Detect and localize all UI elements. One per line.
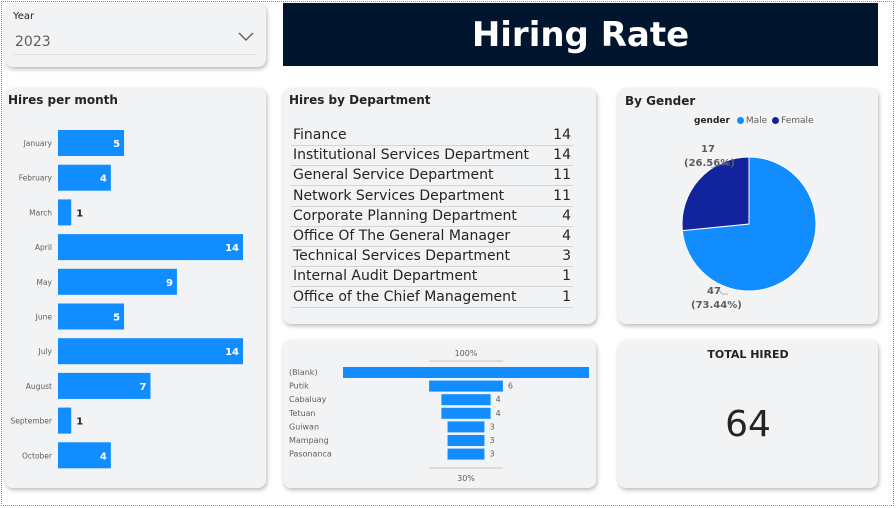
table-row[interactable]: Office Of The General Manager 4 <box>291 227 573 247</box>
table-row[interactable]: Finance 14 <box>291 126 573 146</box>
department-name: Corporate Planning Department <box>293 207 517 224</box>
month-bar[interactable] <box>58 268 177 295</box>
department-hires: 1 <box>562 288 571 305</box>
funnel-top-percent: 100% <box>455 349 478 358</box>
male-percent-label: (73.44%) <box>691 300 742 311</box>
total-hired-label: TOTAL HIRED <box>707 348 789 361</box>
funnel-category-label: Mampang <box>289 436 329 445</box>
department-hires: 3 <box>562 248 571 265</box>
funnel-value-label: 6 <box>508 382 513 391</box>
page-title: Hiring Rate <box>471 15 690 55</box>
total-hired-value: 64 <box>725 404 771 445</box>
department-name: Technical Services Department <box>293 248 510 265</box>
month-bar[interactable] <box>58 234 243 261</box>
funnel-category-label: Cabaluay <box>289 395 327 404</box>
month-value-label: 4 <box>100 174 107 185</box>
funnel-category-label: (Blank) <box>289 368 318 377</box>
year-slicer-label: Year <box>13 11 35 22</box>
department-hires: 4 <box>562 228 571 244</box>
male-value-label: 47 <box>707 286 721 297</box>
barangay-funnel-chart: 100% (Blank) Putik 6 Cabaluay 4 Tetuan 4 Guiwan 3… <box>288 349 589 483</box>
month-value-label: 4 <box>100 451 107 462</box>
month-label: March <box>29 208 52 217</box>
department-hires: 1 <box>562 268 571 285</box>
table-row[interactable]: Internal Audit Department 1 <box>291 267 573 288</box>
funnel-bar[interactable] <box>343 367 589 378</box>
female-percent-label: (26.56%) <box>684 158 735 169</box>
funnel-bottom-percent: 30% <box>457 474 475 483</box>
department-name: Office Of The General Manager <box>293 228 511 244</box>
month-label: April <box>35 243 52 252</box>
month-label: June <box>35 313 53 322</box>
month-value-label: 7 <box>140 382 147 393</box>
month-value-label: 1 <box>76 417 83 428</box>
month-label: September <box>11 417 53 426</box>
month-label: October <box>22 451 53 460</box>
month-bar[interactable] <box>58 338 243 365</box>
year-slicer-underline <box>13 54 256 55</box>
hires-by-department-title: Hires by Department <box>289 93 431 107</box>
department-name: Internal Audit Department <box>293 268 478 285</box>
hires-by-department-card: Hires by Department Finance 14 Institution… <box>283 88 596 324</box>
month-value-label: 5 <box>113 313 120 324</box>
table-row[interactable]: Technical Services Department 3 <box>291 247 573 268</box>
month-value-label: 5 <box>113 139 120 150</box>
month-value-label: 1 <box>76 208 83 219</box>
table-row[interactable]: Corporate Planning Department 4 <box>291 207 573 227</box>
department-name: Network Services Department <box>293 187 505 204</box>
month-label: May <box>36 278 52 287</box>
month-value-label: 14 <box>225 347 239 358</box>
funnel-bar[interactable] <box>447 421 485 433</box>
chevron-down-icon[interactable] <box>238 32 254 42</box>
funnel-bar[interactable] <box>447 448 485 460</box>
month-value-label: 9 <box>166 278 173 289</box>
table-row[interactable]: Institutional Services Department 14 <box>291 146 573 167</box>
funnel-category-label: Guiwan <box>289 422 319 431</box>
year-slicer-value[interactable]: 2023 <box>15 34 51 50</box>
title-banner: Hiring Rate <box>283 3 878 66</box>
department-hires: 14 <box>553 127 571 143</box>
department-hires: 11 <box>553 187 571 204</box>
funnel-bar[interactable] <box>441 407 491 419</box>
female-value-label: 17 <box>701 144 715 155</box>
hires-per-month-card: Hires per month January 5 February 4 March 1 A… <box>5 88 266 488</box>
department-name: Institutional Services Department <box>293 147 529 164</box>
table-row[interactable]: Network Services Department 11 <box>291 187 573 207</box>
year-slicer[interactable]: Year 2023 <box>5 3 266 67</box>
total-hired-card: TOTAL HIRED 64 <box>618 340 878 488</box>
funnel-card: 100% (Blank) Putik 6 Cabaluay 4 Tetuan 4 Guiwan 3… <box>283 340 596 488</box>
funnel-value-label: 3 <box>489 436 494 445</box>
funnel-bar[interactable] <box>429 380 503 392</box>
month-bar[interactable] <box>58 372 151 399</box>
table-row[interactable]: Office of the Chief Management 1 <box>291 288 573 308</box>
month-label: July <box>38 347 53 356</box>
funnel-category-label: Tetuan <box>288 409 316 418</box>
funnel-value-label: 4 <box>496 395 501 404</box>
month-bar[interactable] <box>58 407 72 434</box>
department-name: Office of the Chief Management <box>293 288 517 305</box>
department-hires: 4 <box>562 207 571 224</box>
funnel-category-label: Pasonanca <box>289 450 332 459</box>
department-hires: 11 <box>553 167 571 184</box>
funnel-value-label: 3 <box>489 422 494 431</box>
table-row[interactable]: General Service Department 11 <box>291 166 573 187</box>
hires-per-month-chart: January 5February 4March 1April 14May 9June 5J… <box>11 130 243 469</box>
funnel-bar[interactable] <box>447 435 485 446</box>
month-label: August <box>26 382 52 391</box>
department-hires: 14 <box>553 147 571 164</box>
gender-pie-chart: 17 (26.56%) 47 (73.44%) <box>681 144 817 311</box>
department-name: Finance <box>293 127 347 143</box>
month-label: February <box>19 174 53 183</box>
by-gender-card: By Gender gender Male Female 17 (26.56%) 4… <box>618 88 878 324</box>
funnel-bar[interactable] <box>441 394 491 406</box>
funnel-value-label: 4 <box>496 409 501 418</box>
funnel-category-label: Putik <box>289 382 309 391</box>
month-bar[interactable] <box>58 199 72 226</box>
funnel-value-label: 3 <box>489 450 494 459</box>
department-name: General Service Department <box>293 167 494 184</box>
month-value-label: 14 <box>225 243 239 254</box>
month-label: January <box>23 139 53 148</box>
